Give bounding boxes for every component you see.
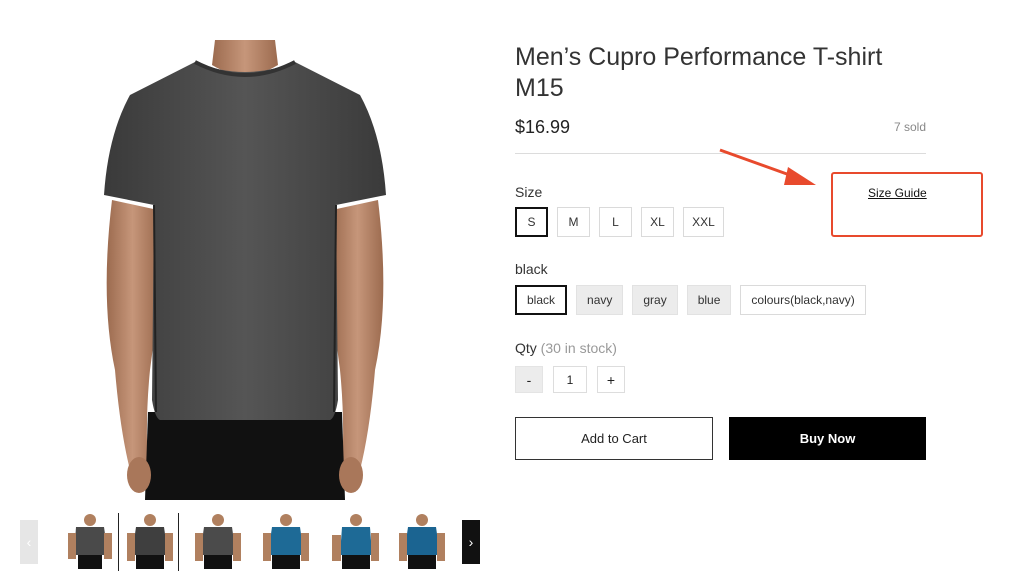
chevron-left-icon[interactable]: ‹ xyxy=(20,520,38,564)
qty-increase-button[interactable]: + xyxy=(597,366,625,393)
product-main-image xyxy=(90,40,400,500)
color-option-navy[interactable]: navy xyxy=(576,285,624,315)
thumbnail-5[interactable] xyxy=(326,513,382,571)
buy-now-button[interactable]: Buy Now xyxy=(729,417,926,460)
size-option-l[interactable]: L xyxy=(599,207,632,237)
color-option-colours[interactable]: colours(black,navy) xyxy=(740,285,866,315)
size-option-s[interactable]: S xyxy=(515,207,548,237)
annotation-arrow-icon xyxy=(719,148,816,185)
size-option-m[interactable]: M xyxy=(557,207,590,237)
color-option-gray[interactable]: gray xyxy=(632,285,678,315)
stock-count: (30 in stock) xyxy=(540,340,617,356)
color-option-black[interactable]: black xyxy=(515,285,568,315)
qty-label: Qty xyxy=(515,340,537,356)
thumbnail-6[interactable] xyxy=(394,513,450,571)
size-option-xl[interactable]: XL xyxy=(641,207,674,237)
thumbnail-2[interactable] xyxy=(122,513,178,571)
qty-decrease-button[interactable]: - xyxy=(515,366,543,393)
annotation-highlight-box xyxy=(831,172,983,237)
color-label: black xyxy=(515,261,548,277)
color-options: black navy gray blue colours(black,navy) xyxy=(515,285,866,315)
thumbnail-4[interactable] xyxy=(258,513,314,571)
size-options: S M L XL XXL xyxy=(515,207,724,237)
thumbnail-1[interactable] xyxy=(62,513,118,571)
product-price: $16.99 xyxy=(515,117,571,137)
size-label: Size xyxy=(515,184,543,200)
add-to-cart-button[interactable]: Add to Cart xyxy=(515,417,713,460)
chevron-right-icon[interactable]: › xyxy=(462,520,480,564)
thumbnail-carousel: ‹ › xyxy=(20,513,480,571)
size-guide-link[interactable]: Size Guide xyxy=(868,186,927,200)
product-title: Men’s Cupro Performance T-shirt M15 xyxy=(515,43,883,102)
thumbnail-3[interactable] xyxy=(190,513,246,571)
qty-input[interactable] xyxy=(553,366,587,393)
size-option-xxl[interactable]: XXL xyxy=(683,207,724,237)
thumbnail-divider xyxy=(118,513,119,571)
thumbnail-divider xyxy=(178,513,179,571)
sold-count: 7 sold xyxy=(893,120,926,134)
quantity-stepper: - + xyxy=(515,366,625,393)
qty-label-row: Qty (30 in stock) xyxy=(515,340,617,356)
color-option-blue[interactable]: blue xyxy=(686,285,732,315)
